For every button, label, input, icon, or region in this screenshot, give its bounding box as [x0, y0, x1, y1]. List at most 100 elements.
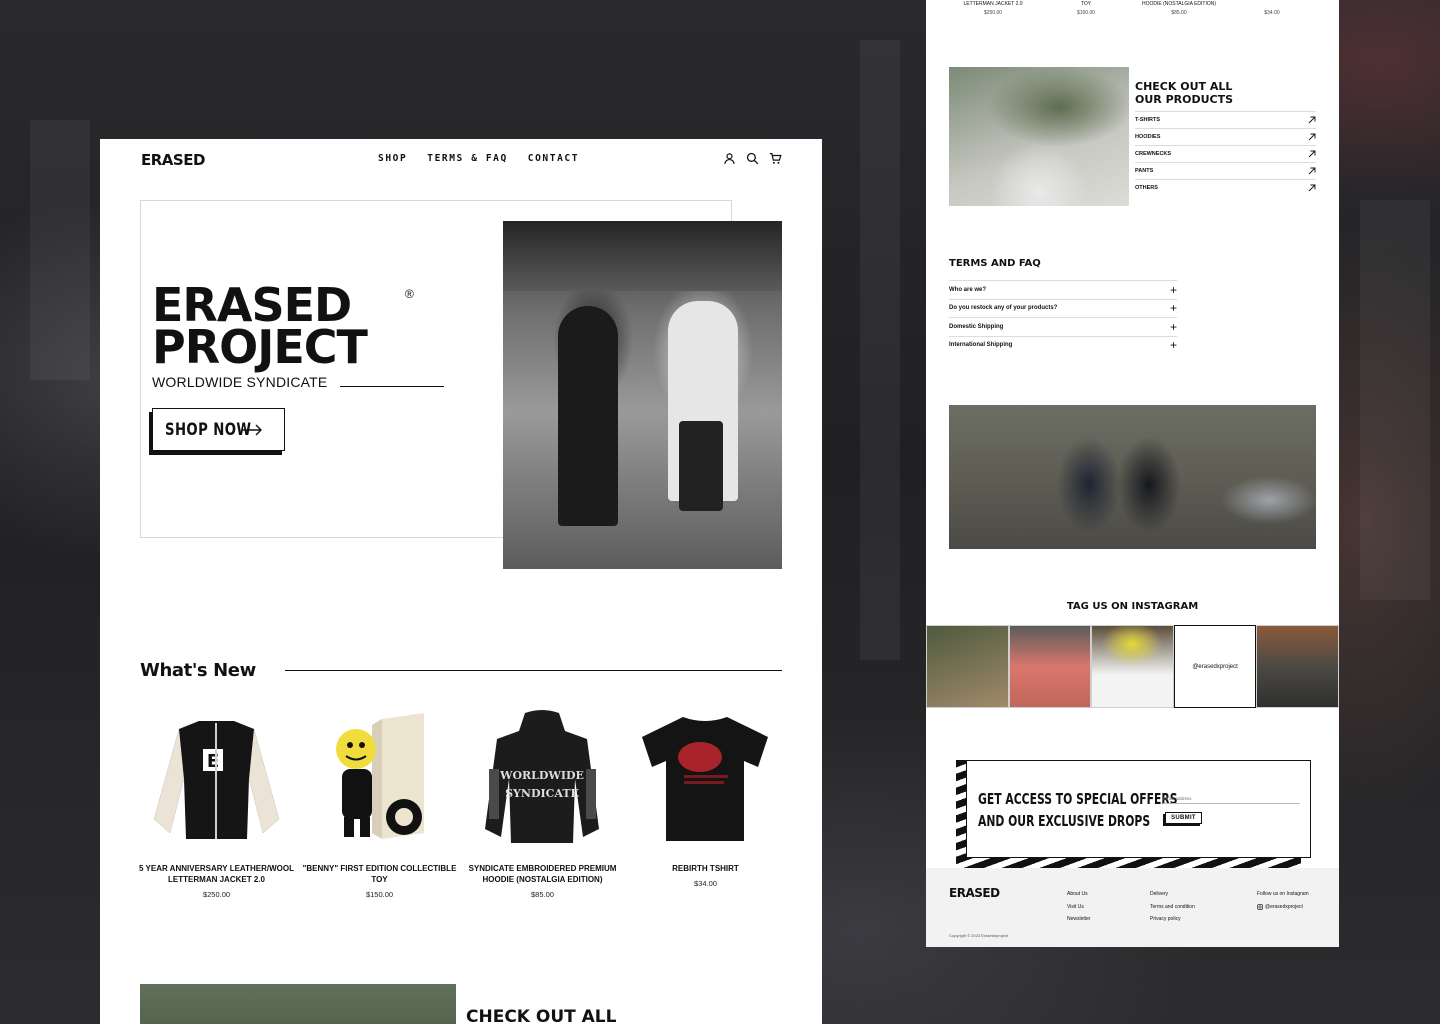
- newsletter-text: GET ACCESS TO SPECIAL OFFERS AND OUR EXC…: [978, 790, 1178, 830]
- faq-item[interactable]: Domestic Shipping +: [949, 317, 1177, 336]
- footer-link[interactable]: Visit Us: [1067, 901, 1091, 914]
- footer-social: Follow us on Instagram @erasedxproject: [1257, 888, 1309, 913]
- category-item[interactable]: PANTS: [1135, 162, 1316, 179]
- lifestyle-photo: [949, 405, 1316, 549]
- nav-shop[interactable]: SHOP: [378, 153, 407, 164]
- search-icon[interactable]: [746, 152, 759, 165]
- faq-title: TERMS AND FAQ: [949, 258, 1041, 269]
- product-card[interactable]: WORLDWIDE SYNDICATE SYNDICATE EMBROIDERE…: [465, 709, 620, 899]
- check-out-title: CHECK OUT ALL: [466, 1007, 617, 1024]
- arrow-up-right-icon: [1308, 133, 1316, 141]
- hero-subtitle: WORLDWIDE SYNDICATE: [152, 374, 328, 390]
- product-image-toy: [302, 709, 457, 849]
- strip-product-price: $34.00: [1264, 10, 1280, 16]
- instagram-icon: [1257, 903, 1263, 910]
- svg-text:WORLDWIDE: WORLDWIDE: [499, 769, 584, 782]
- account-icon[interactable]: [723, 152, 736, 165]
- footer-links-2: Delivery Terms and condition Privacy pol…: [1150, 888, 1195, 926]
- footer-link[interactable]: Delivery: [1150, 888, 1195, 901]
- instagram-photo[interactable]: [1256, 625, 1339, 708]
- footer-logo[interactable]: ERASED: [949, 886, 1000, 900]
- faq-item[interactable]: Who are we? +: [949, 280, 1177, 299]
- category-item[interactable]: OTHERS: [1135, 179, 1316, 196]
- check-out-title: CHECK OUT ALL OUR PRODUCTS: [1135, 80, 1234, 106]
- homepage-preview: ERASED SHOP TERMS & FAQ CONTACT ERASED P…: [100, 139, 822, 1024]
- strip-product-price: $250.00: [983, 10, 1003, 16]
- faq-item[interactable]: International Shipping +: [949, 335, 1177, 355]
- arrow-up-right-icon: [1308, 184, 1316, 192]
- plus-icon: +: [1169, 338, 1177, 353]
- product-price: $150.00: [365, 890, 394, 899]
- instagram-grid: @erasedxproject: [926, 625, 1339, 708]
- nav-terms-faq[interactable]: TERMS & FAQ: [427, 153, 508, 164]
- shop-now-button[interactable]: SHOP NOW: [152, 408, 285, 451]
- nav-links: SHOP TERMS & FAQ CONTACT: [378, 153, 579, 164]
- homepage-preview-scrolled: LETTERMAN JACKET 2.0 TOY HOODIE (NOSTALG…: [926, 0, 1339, 947]
- copyright: Copyright © 2023 Erasedxproject: [949, 933, 1008, 938]
- plus-icon: +: [1169, 282, 1177, 297]
- footer-link[interactable]: About Us: [1067, 888, 1091, 901]
- product-name: SYNDICATE EMBROIDERED PREMIUM HOODIE (NO…: [468, 864, 617, 884]
- hero-title: ERASED PROJECT: [152, 278, 368, 374]
- instagram-handle[interactable]: @erasedxproject: [1173, 625, 1257, 708]
- product-image-tshirt: [628, 709, 783, 849]
- product-name: "BENNY" FIRST EDITION COLLECTIBLE TOY: [302, 864, 457, 884]
- category-list: T-SHIRTS HOODIES CREWNECKS PANTS OTHERS: [1135, 111, 1316, 196]
- product-price: $34.00: [694, 879, 717, 888]
- strip-product-name: LETTERMAN JACKET 2.0: [963, 1, 1023, 7]
- newsletter-card: GET ACCESS TO SPECIAL OFFERS AND OUR EXC…: [966, 760, 1311, 858]
- check-out-image: [140, 984, 456, 1024]
- category-item[interactable]: T-SHIRTS: [1135, 111, 1316, 128]
- product-image-hoodie: WORLDWIDE SYNDICATE: [465, 709, 620, 849]
- footer-link[interactable]: Privacy policy: [1150, 913, 1195, 926]
- arrow-up-right-icon: [1308, 167, 1316, 175]
- strip-product-price: $85.00: [1171, 10, 1187, 16]
- footer-links-1: About Us Visit Us Newsletter: [1067, 888, 1091, 926]
- faq-list: Who are we? + Do you restock any of your …: [949, 280, 1177, 354]
- plus-icon: +: [1169, 319, 1177, 334]
- whats-new-divider: [285, 670, 782, 671]
- category-item[interactable]: HOODIES: [1135, 128, 1316, 145]
- category-item[interactable]: CREWNECKS: [1135, 145, 1316, 162]
- svg-text:SYNDICATE: SYNDICATE: [505, 787, 579, 800]
- strip-product-name: TOY: [1080, 1, 1092, 7]
- footer-link[interactable]: Terms and condition: [1150, 901, 1195, 914]
- svg-text:E: E: [207, 751, 219, 772]
- footer-link[interactable]: Newsletter: [1067, 913, 1091, 926]
- strip-product-price: $150.00: [1076, 10, 1096, 16]
- instagram-photo[interactable]: [926, 625, 1009, 708]
- product-strip-cut: LETTERMAN JACKET 2.0 TOY HOODIE (NOSTALG…: [926, 0, 1339, 18]
- shop-now-label: SHOP NOW: [165, 419, 252, 440]
- newsletter-box: GET ACCESS TO SPECIAL OFFERS AND OUR EXC…: [956, 760, 1311, 868]
- nav-contact[interactable]: CONTACT: [528, 153, 579, 164]
- product-price: $250.00: [202, 890, 231, 899]
- email-input[interactable]: [1163, 793, 1300, 804]
- whats-new-title: What's New: [140, 660, 256, 681]
- product-image-jacket: E: [139, 709, 294, 849]
- registered-mark: ®: [405, 287, 414, 301]
- follow-label: Follow us on Instagram: [1257, 891, 1309, 897]
- product-card[interactable]: REBIRTH TSHIRT $34.00: [628, 709, 783, 888]
- product-card[interactable]: E 5 YEAR ANNIVERSARY LEATHER/WOOL LETTER…: [139, 709, 294, 899]
- instagram-photo[interactable]: [1091, 625, 1174, 708]
- strip-product-name: HOODIE (NOSTALGIA EDITION): [1141, 1, 1217, 7]
- arrow-up-right-icon: [1308, 116, 1316, 124]
- product-price: $85.00: [531, 890, 554, 899]
- instagram-photo[interactable]: [1008, 625, 1092, 708]
- instagram-title: TAG US ON INSTAGRAM: [1066, 601, 1199, 612]
- plus-icon: +: [1169, 301, 1177, 316]
- product-name: 5 YEAR ANNIVERSARY LEATHER/WOOL LETTERMA…: [139, 864, 294, 884]
- arrow-up-right-icon: [1308, 150, 1316, 158]
- product-card[interactable]: "BENNY" FIRST EDITION COLLECTIBLE TOY $1…: [302, 709, 457, 899]
- brand-logo[interactable]: ERASED: [141, 151, 205, 169]
- footer: ERASED About Us Visit Us Newsletter Deli…: [926, 868, 1339, 947]
- instagram-link[interactable]: @erasedxproject: [1257, 901, 1309, 914]
- top-nav: ERASED SHOP TERMS & FAQ CONTACT: [100, 139, 822, 179]
- faq-item[interactable]: Do you restock any of your products? +: [949, 298, 1177, 318]
- nav-icons: [723, 152, 782, 165]
- hero-divider: [340, 386, 444, 387]
- cart-icon[interactable]: [769, 152, 782, 165]
- product-name: REBIRTH TSHIRT: [672, 864, 739, 873]
- check-out-image: [949, 67, 1129, 206]
- submit-button[interactable]: SUBMIT: [1165, 812, 1202, 824]
